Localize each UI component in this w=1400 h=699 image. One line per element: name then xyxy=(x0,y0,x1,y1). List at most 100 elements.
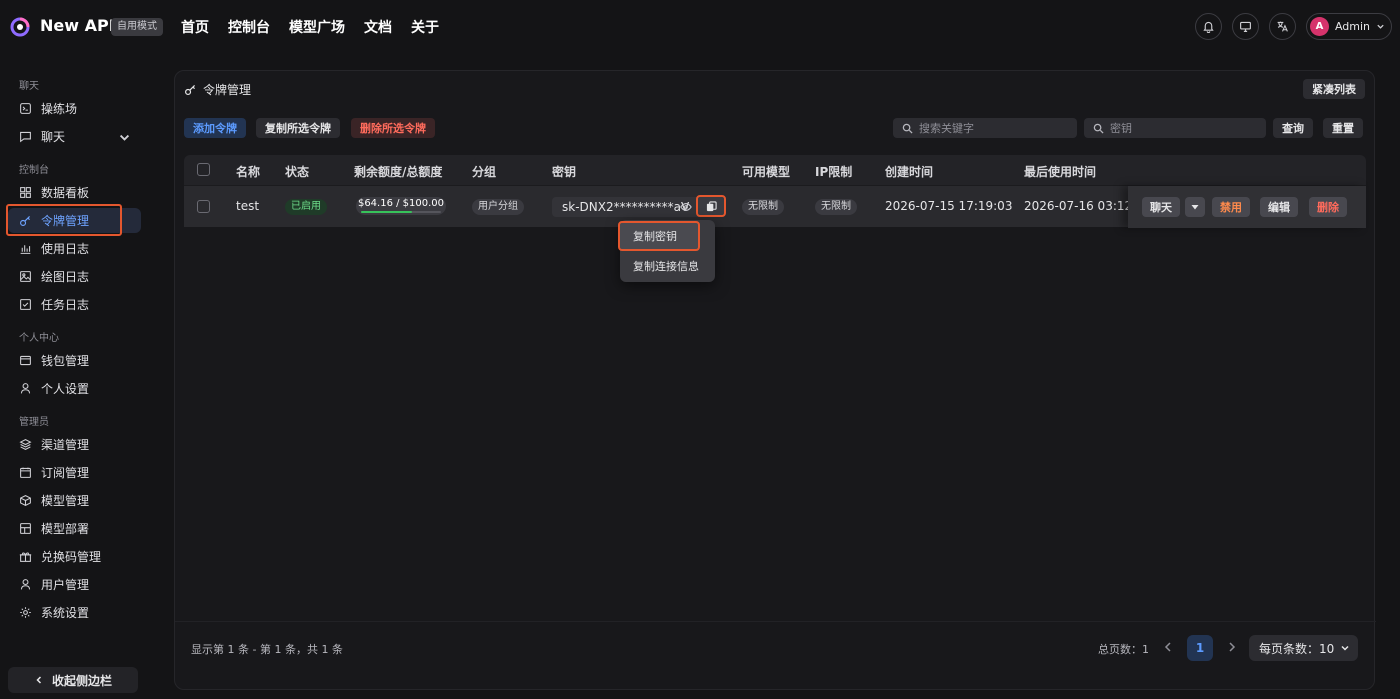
monitor-icon xyxy=(1239,21,1251,32)
search-key-placeholder: 密钥 xyxy=(1110,122,1132,135)
column-header-last-used: 最后使用时间 xyxy=(1024,165,1097,179)
sidebar-item-label: 系统设置 xyxy=(41,606,90,620)
chat-button[interactable]: 聊天 xyxy=(1142,197,1180,217)
search-keyword-input[interactable]: 搜索关键字 xyxy=(893,118,1077,138)
sidebar-item-label: 数据看板 xyxy=(41,186,90,200)
sidebar-item-label: 模型部署 xyxy=(41,522,90,536)
sidebar-item-playground[interactable]: 操练场 xyxy=(8,96,141,121)
sidebar-item-task-log[interactable]: 任务日志 xyxy=(8,292,141,317)
sidebar-item-tokens[interactable]: 令牌管理 xyxy=(8,208,141,233)
sidebar-item-label: 个人设置 xyxy=(41,382,90,396)
chevron-down-icon xyxy=(1377,24,1384,29)
table-row[interactable]: test 已启用 $64.16 / $100.00 用户分组 sk-DNX2**… xyxy=(184,185,1366,228)
nav-home[interactable]: 首页 xyxy=(181,17,209,37)
sidebar-item-label: 用户管理 xyxy=(41,578,90,592)
select-all-checkbox[interactable] xyxy=(197,163,210,176)
user-icon xyxy=(20,383,31,394)
nav-docs[interactable]: 文档 xyxy=(364,17,392,37)
dashboard-icon xyxy=(20,187,31,198)
chevron-left-icon[interactable] xyxy=(1161,640,1175,654)
copy-key-button[interactable] xyxy=(696,195,726,217)
copy-key-menu-item[interactable]: 复制密钥 xyxy=(618,221,700,251)
nav-about[interactable]: 关于 xyxy=(411,17,439,37)
sidebar-item-label: 兑换码管理 xyxy=(41,550,102,564)
edit-button[interactable]: 编辑 xyxy=(1260,197,1298,217)
user-name: Admin xyxy=(1334,20,1370,33)
sidebar-item-chat[interactable]: 聊天 xyxy=(8,124,141,149)
sidebar-section-admin: 管理员 xyxy=(19,417,49,428)
chat-dropdown-button[interactable] xyxy=(1185,197,1205,217)
nav-console[interactable]: 控制台 xyxy=(228,17,270,37)
top-bar: New API 自用模式 首页 控制台 模型广场 文档 关于 A Admin xyxy=(0,0,1400,54)
delete-selected-tokens-button[interactable]: 删除所选令牌 xyxy=(351,118,435,138)
task-icon xyxy=(20,299,31,310)
sidebar-item-label: 使用日志 xyxy=(41,242,90,256)
column-header-group: 分组 xyxy=(472,165,497,179)
notification-button[interactable] xyxy=(1194,13,1222,40)
created-time: 2026-07-15 17:19:03 xyxy=(885,199,1013,213)
language-button[interactable] xyxy=(1268,13,1296,40)
add-token-button[interactable]: 添加令牌 xyxy=(184,118,246,138)
sidebar-item-usage-log[interactable]: 使用日志 xyxy=(8,236,141,261)
sidebar-item-redemption[interactable]: 兑换码管理 xyxy=(8,544,141,569)
nav-model-square[interactable]: 模型广场 xyxy=(289,17,345,37)
sidebar-section-chat: 聊天 xyxy=(19,81,39,92)
query-button[interactable]: 查询 xyxy=(1273,118,1313,138)
footer-divider xyxy=(175,621,1376,622)
disable-button[interactable]: 禁用 xyxy=(1212,197,1250,217)
sidebar-item-channels[interactable]: 渠道管理 xyxy=(8,432,141,457)
chevron-down-icon[interactable] xyxy=(118,131,131,144)
sidebar-item-users[interactable]: 用户管理 xyxy=(8,572,141,597)
quota-text: $64.16 / $100.00 xyxy=(357,198,445,209)
token-key-text: sk-DNX2**********aV xyxy=(562,200,690,214)
sidebar-item-label: 模型管理 xyxy=(41,494,90,508)
sidebar-item-dashboard[interactable]: 数据看板 xyxy=(8,180,141,205)
last-used-time: 2026-07-16 03:12:5 xyxy=(1024,199,1144,213)
calendar-icon xyxy=(20,467,31,478)
sidebar-item-subscriptions[interactable]: 订阅管理 xyxy=(8,460,141,485)
wallet-icon xyxy=(20,355,31,366)
models-tag: 无限制 xyxy=(742,199,784,215)
search-key-input[interactable]: 密钥 xyxy=(1084,118,1266,138)
search-keyword-placeholder: 搜索关键字 xyxy=(919,122,974,135)
layers-icon xyxy=(19,439,32,450)
pagination-summary: 显示第 1 条 - 第 1 条，共 1 条 xyxy=(191,643,343,656)
playground-icon xyxy=(20,103,31,114)
chevron-down-icon xyxy=(1341,645,1349,651)
token-name: test xyxy=(236,199,260,213)
copy-connection-info-menu-item[interactable]: 复制连接信息 xyxy=(624,254,711,278)
sidebar-item-label: 订阅管理 xyxy=(41,466,90,480)
copy-icon xyxy=(706,200,717,211)
copy-selected-tokens-button[interactable]: 复制所选令牌 xyxy=(256,118,340,138)
sidebar-section-console: 控制台 xyxy=(19,165,49,176)
users-icon xyxy=(20,579,31,590)
page-size-select[interactable]: 每页条数：10 xyxy=(1249,635,1358,661)
sidebar-item-label: 渠道管理 xyxy=(41,438,90,452)
reset-button[interactable]: 重置 xyxy=(1323,118,1363,138)
user-menu[interactable]: A Admin xyxy=(1305,13,1392,40)
logo-icon[interactable] xyxy=(10,17,30,37)
theme-button[interactable] xyxy=(1231,13,1259,40)
sidebar-item-settings[interactable]: 系统设置 xyxy=(8,600,141,625)
delete-button[interactable]: 删除 xyxy=(1309,197,1347,217)
row-checkbox[interactable] xyxy=(197,200,210,213)
sidebar-item-label: 操练场 xyxy=(41,102,78,116)
sidebar-item-deploy[interactable]: 模型部署 xyxy=(8,516,141,541)
sidebar-item-profile[interactable]: 个人设置 xyxy=(8,376,141,401)
sidebar-item-label: 钱包管理 xyxy=(41,354,90,368)
search-icon xyxy=(902,123,913,134)
column-header-name: 名称 xyxy=(236,165,261,179)
compact-list-button[interactable]: 紧凑列表 xyxy=(1303,79,1365,99)
brand-name[interactable]: New API xyxy=(40,16,115,35)
sidebar-item-drawing-log[interactable]: 绘图日志 xyxy=(8,264,141,289)
sidebar-item-wallet[interactable]: 钱包管理 xyxy=(8,348,141,373)
sidebar-item-models[interactable]: 模型管理 xyxy=(8,488,141,513)
chevron-right-icon[interactable] xyxy=(1225,640,1239,654)
key-icon xyxy=(20,216,30,226)
sidebar: 聊天 操练场 聊天 控制台 数据看板 令牌管理 使用日志 绘图日志 任务日志 个… xyxy=(0,54,150,699)
collapse-sidebar-button[interactable]: 收起侧边栏 xyxy=(8,667,138,693)
deploy-icon xyxy=(20,523,31,534)
page-button-current[interactable]: 1 xyxy=(1187,635,1213,661)
sidebar-item-label: 绘图日志 xyxy=(41,270,90,284)
eye-icon[interactable] xyxy=(680,201,692,213)
